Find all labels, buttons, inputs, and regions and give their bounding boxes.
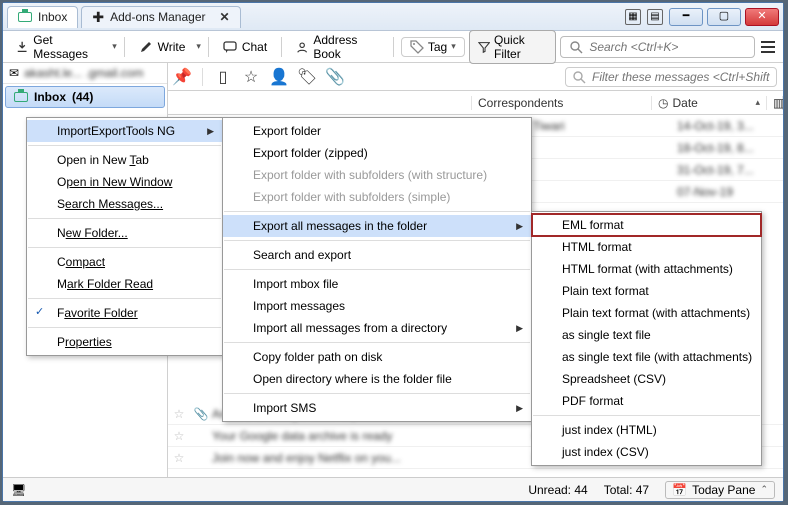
folder-context-menu[interactable]: ImportExportTools NG Open in New TabOpen … (26, 117, 223, 356)
contacts-icon (296, 40, 308, 54)
tasks-icon[interactable]: ▤ (647, 9, 663, 25)
import-export-submenu[interactable]: Export folderExport folder (zipped)Expor… (222, 117, 532, 422)
account-label: akasht.le... .gmail.com (24, 66, 143, 80)
funnel-icon (478, 40, 490, 54)
quick-filter-button[interactable]: Quick Filter (469, 30, 557, 64)
menu-item[interactable]: Search Messages... (27, 193, 222, 215)
menu-item[interactable]: Open in New Window (27, 171, 222, 193)
col-correspondents[interactable]: Correspondents (472, 96, 652, 110)
tab-label: Add-ons Manager (110, 10, 205, 24)
inbox-icon (14, 92, 28, 102)
menu-item[interactable]: Properties (27, 331, 222, 353)
menu-item: Export folder with subfolders (simple) (223, 186, 531, 208)
menu-item[interactable]: Import all messages from a directory (223, 317, 531, 339)
global-search[interactable] (560, 36, 755, 58)
tab-label: Inbox (38, 10, 67, 24)
maximize-button[interactable]: ▢ (707, 8, 741, 26)
menu-item[interactable]: HTML format (532, 236, 761, 258)
close-button[interactable]: ✕ (745, 8, 779, 26)
menu-item[interactable]: HTML format (with attachments) (532, 258, 761, 280)
status-bar: 🖥 Unread: 44 Total: 47 📅 Today Pane ⌃ (3, 477, 783, 501)
account-icon: ✉ (9, 66, 19, 80)
inbox-folder[interactable]: Inbox (44) (5, 86, 165, 108)
calendar-icon[interactable]: ▦ (625, 9, 641, 25)
column-headers: Correspondents ◷ Date ▴ ▥ (168, 91, 783, 115)
tab-addons[interactable]: ✚ Add-ons Manager ✕ (81, 6, 240, 28)
inbox-icon (18, 12, 32, 22)
today-pane-button[interactable]: 📅 Today Pane ⌃ (665, 481, 775, 499)
address-book-button[interactable]: Address Book (289, 30, 386, 64)
quick-filter-bar: 📌 ▯ ☆ 👤 🏷 📎 (168, 63, 783, 91)
puzzle-icon: ✚ (92, 10, 104, 24)
menu-item[interactable]: New Folder... (27, 222, 222, 244)
menu-item[interactable]: Copy folder path on disk (223, 346, 531, 368)
unread-status: Unread: 44 (528, 483, 587, 497)
titlebar-extras: ▦ ▤ (625, 9, 669, 25)
pencil-icon (139, 40, 153, 54)
tag-icon (410, 40, 424, 54)
menu-item[interactable]: Search and export (223, 244, 531, 266)
column-picker[interactable]: ▥ (767, 96, 783, 110)
folder-label: Inbox (34, 90, 66, 104)
menu-item[interactable]: Mark Folder Read (27, 273, 222, 295)
tag-filter-icon[interactable]: 🏷 (299, 67, 315, 87)
menu-item[interactable]: Plain text format (with attachments) (532, 302, 761, 324)
menu-item[interactable]: Compact (27, 251, 222, 273)
contact-filter-icon[interactable]: 👤 (271, 67, 287, 87)
menu-item[interactable]: Spreadsheet (CSV) (532, 368, 761, 390)
download-icon (16, 40, 28, 54)
folder-count: (44) (72, 90, 93, 104)
app-window: Inbox ✚ Add-ons Manager ✕ ▦ ▤ ━ ▢ ✕ Get … (2, 2, 784, 502)
star-filter-icon[interactable]: ☆ (243, 67, 259, 87)
write-button[interactable]: Write (132, 37, 193, 57)
menu-item[interactable]: Import SMS (223, 397, 531, 419)
tab-inbox[interactable]: Inbox (7, 6, 78, 28)
attachment-filter-icon[interactable]: 📎 (327, 67, 343, 87)
filter-search[interactable] (565, 67, 777, 87)
get-messages-button[interactable]: Get Messages (9, 30, 108, 64)
search-icon (572, 70, 586, 84)
menu-item: Export folder with subfolders (with stru… (223, 164, 531, 186)
unread-filter-icon[interactable]: ▯ (215, 67, 231, 87)
pin-icon[interactable]: 📌 (174, 67, 190, 87)
menu-item[interactable]: as single text file (532, 324, 761, 346)
menu-item[interactable]: as single text file (with attachments) (532, 346, 761, 368)
write-dropdown[interactable]: ▾ (196, 41, 201, 52)
tag-button[interactable]: Tag ▾ (401, 37, 465, 57)
menu-item[interactable]: ImportExportTools NG (27, 120, 222, 142)
export-format-submenu[interactable]: EML formatHTML formatHTML format (with a… (531, 211, 762, 466)
chat-icon (223, 40, 237, 54)
menu-item[interactable]: Open directory where is the folder file (223, 368, 531, 390)
col-date[interactable]: ◷ Date ▴ (652, 96, 767, 110)
menu-item[interactable]: Import mbox file (223, 273, 531, 295)
search-icon (569, 40, 583, 54)
menu-item[interactable]: Plain text format (532, 280, 761, 302)
get-messages-dropdown[interactable]: ▾ (112, 41, 117, 52)
menu-item[interactable]: Export folder (223, 120, 531, 142)
chat-button[interactable]: Chat (216, 37, 274, 57)
main-toolbar: Get Messages ▾ Write ▾ Chat Address Book… (3, 31, 783, 63)
global-search-input[interactable] (589, 40, 746, 54)
menu-item[interactable]: Export all messages in the folder (223, 215, 531, 237)
menu-item[interactable]: PDF format (532, 390, 761, 412)
menu-item[interactable]: Import messages (223, 295, 531, 317)
account-row[interactable]: ✉ akasht.le... .gmail.com (3, 63, 167, 84)
menu-item[interactable]: just index (CSV) (532, 441, 761, 463)
total-status: Total: 47 (604, 483, 649, 497)
menu-item[interactable]: EML format (532, 214, 761, 236)
app-menu-button[interactable] (759, 41, 777, 53)
calendar-icon: 📅 (672, 483, 687, 497)
filter-search-input[interactable] (592, 70, 770, 84)
date-icon: ◷ (658, 96, 668, 110)
menu-item[interactable]: ✓Favorite Folder (27, 302, 222, 324)
menu-item[interactable]: Export folder (zipped) (223, 142, 531, 164)
minimize-button[interactable]: ━ (669, 8, 703, 26)
menu-item[interactable]: Open in New Tab (27, 149, 222, 171)
tab-close-icon[interactable]: ✕ (219, 10, 229, 24)
titlebar: Inbox ✚ Add-ons Manager ✕ ▦ ▤ ━ ▢ ✕ (3, 3, 783, 31)
menu-item[interactable]: just index (HTML) (532, 419, 761, 441)
sync-icon[interactable]: 🖥 (11, 483, 26, 497)
